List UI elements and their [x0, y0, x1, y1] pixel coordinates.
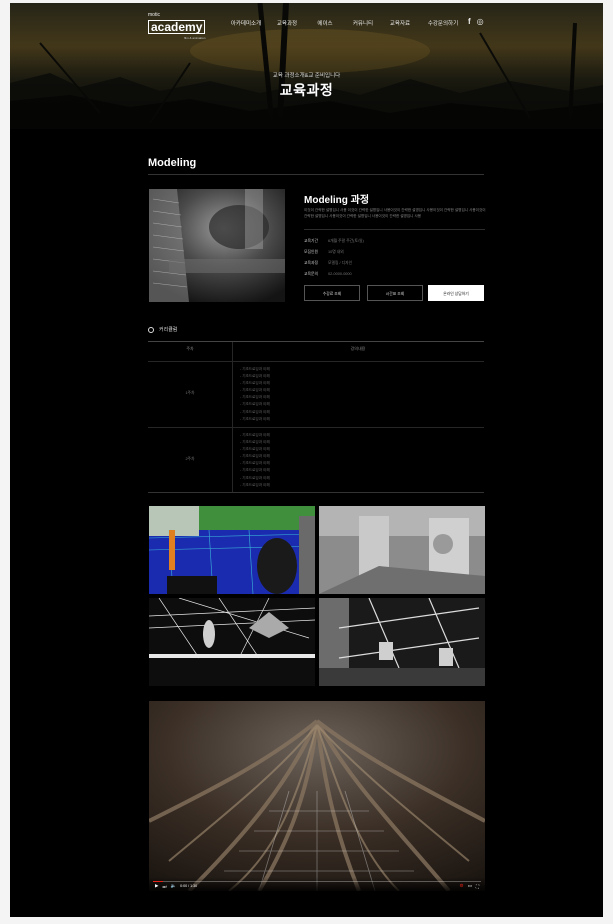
- video-player[interactable]: ▶ ⏭ 🔈 0:00 / 1:30 ⚙ ▭ ⛶: [149, 701, 485, 891]
- hero-subtitle: 교육 과정소개&교 준비입니다: [272, 73, 341, 79]
- video-progress-fill: [153, 880, 163, 882]
- gallery-image-4: [319, 598, 485, 686]
- info-value: 6개월 주말 주간(토/일): [328, 239, 364, 243]
- main-menu: 아카데미소개 교육과정 에이스 커뮤니티 교육자료 수강문의하기: [224, 19, 468, 27]
- column-divider: [232, 342, 233, 492]
- page: motic academy film & animation 아카데미소개 교육…: [10, 3, 603, 917]
- list-item: - 기초드로잉과 이해: [240, 388, 270, 393]
- list-item: - 기초드로잉과 이해: [240, 416, 270, 421]
- section-title: Modeling: [148, 157, 197, 169]
- nav-item-inquiry[interactable]: 수강문의하기: [418, 19, 468, 27]
- info-divider: [304, 229, 485, 230]
- course-description: 이것이 간략한 설명입니 사용 이것이 간략한 설명입니 사용이것이 간략한 설…: [304, 208, 486, 218]
- curriculum-heading: 커리큘럼: [148, 326, 177, 333]
- nav-item-ace[interactable]: 에이스: [306, 19, 344, 27]
- course-thumbnail: [149, 189, 285, 302]
- volume-icon[interactable]: 🔈: [171, 883, 177, 889]
- list-item: - 기초드로잉과 이해: [240, 447, 270, 452]
- list-item: - 기초드로잉과 이해: [240, 468, 270, 473]
- logo-top-text: motic: [148, 12, 160, 18]
- info-value: 02-0000-0000: [328, 272, 352, 276]
- list-item: - 기초드로잉과 이해: [240, 402, 270, 407]
- header-divider: [148, 361, 484, 362]
- column-header-week: 주차: [186, 346, 194, 351]
- info-value: 10명 내외: [328, 250, 344, 254]
- video-time: 0:00 / 1:30: [180, 884, 198, 888]
- info-label: 교육과정: [304, 261, 318, 265]
- video-right-controls: ⚙ ▭ ⛶: [460, 883, 479, 889]
- academy-logo[interactable]: motic academy film & animation: [148, 12, 206, 40]
- video-controls-bar: [149, 877, 485, 891]
- info-label: 교육문의: [304, 272, 318, 276]
- video-frame: [149, 701, 485, 891]
- column-header-content: 강의내용: [350, 346, 366, 351]
- table-top-border: [148, 341, 484, 342]
- info-row-capacity: 모집인원 10명 내외: [304, 250, 344, 255]
- play-icon[interactable]: ▶: [155, 883, 158, 889]
- info-label: 교육기간: [304, 239, 318, 243]
- list-item: - 기초드로잉과 이해: [240, 482, 270, 487]
- list-item: - 기초드로잉과 이해: [240, 409, 270, 414]
- nav-item-courses[interactable]: 교육과정: [268, 19, 306, 27]
- info-label: 모집인원: [304, 250, 318, 254]
- nav-item-about[interactable]: 아카데미소개: [224, 19, 268, 27]
- list-item: - 기초드로잉과 이해: [240, 440, 270, 445]
- video-left-controls: ▶ ⏭ 🔈 0:00 / 1:30: [155, 883, 197, 889]
- logo-tagline: film & animation: [184, 36, 206, 40]
- info-row-contact: 교육문의 02-0000-0000: [304, 272, 352, 277]
- list-item: - 기초드로잉과 이해: [240, 454, 270, 459]
- logo-name: academy: [148, 20, 206, 34]
- video-progress-bar[interactable]: [153, 880, 481, 882]
- gallery-image-2: [319, 506, 485, 594]
- course-title: Modeling 과정: [304, 195, 370, 206]
- list-item: - 기초드로잉과 이해: [240, 381, 270, 386]
- nav-item-resources[interactable]: 교육자료: [382, 19, 418, 27]
- syllabus-button[interactable]: 수강료 조회: [304, 285, 360, 301]
- online-consult-button[interactable]: 온라인 상담하기: [428, 285, 484, 301]
- schedule-button[interactable]: 시간표 조회: [367, 285, 423, 301]
- table-row-week: 2주차: [185, 457, 195, 461]
- list-item: - 기초드로잉과 이해: [240, 395, 270, 400]
- instagram-icon[interactable]: ◎: [477, 17, 484, 26]
- gallery-image-3: [149, 598, 315, 686]
- list-item: - 기초드로잉과 이해: [240, 461, 270, 466]
- facebook-icon[interactable]: f: [468, 17, 471, 26]
- row-divider: [148, 427, 484, 428]
- top-navigation: motic academy film & animation 아카데미소개 교육…: [10, 11, 603, 40]
- hero-title: 교육과정: [279, 82, 334, 98]
- curriculum-heading-text: 커리큘럼: [159, 327, 178, 333]
- list-item: - 기초드로잉과 이해: [240, 433, 270, 437]
- info-row-course: 교육과정 모델링 / 디자인: [304, 261, 352, 266]
- theater-icon[interactable]: ▭: [468, 883, 472, 889]
- section-divider: [148, 174, 484, 175]
- hero-banner: motic academy film & animation 아카데미소개 교육…: [10, 3, 603, 129]
- list-item: - 기초드로잉과 이해: [240, 367, 270, 371]
- list-item: - 기초드로잉과 이해: [240, 374, 270, 379]
- settings-icon[interactable]: ⚙: [460, 883, 464, 889]
- fullscreen-icon[interactable]: ⛶: [476, 884, 479, 889]
- list-item: - 기초드로잉과 이해: [240, 475, 270, 480]
- nav-item-community[interactable]: 커뮤니티: [344, 19, 382, 27]
- gallery-image-1: [149, 506, 315, 594]
- next-icon[interactable]: ⏭: [162, 884, 166, 889]
- info-value: 모델링 / 디자인: [328, 261, 353, 265]
- table-row-items: - 기초드로잉과 이해 - 기초드로잉과 이해 - 기초드로잉과 이해 - 기초…: [240, 366, 270, 423]
- table-row-week: 1주차: [185, 391, 195, 395]
- circle-icon: [148, 326, 154, 333]
- table-bottom-border: [148, 492, 484, 493]
- social-links: f ◎: [468, 17, 484, 26]
- info-row-period: 교육기간 6개월 주말 주간(토/일): [304, 239, 364, 244]
- table-row-items: - 기초드로잉과 이해 - 기초드로잉과 이해 - 기초드로잉과 이해 - 기초…: [240, 432, 270, 489]
